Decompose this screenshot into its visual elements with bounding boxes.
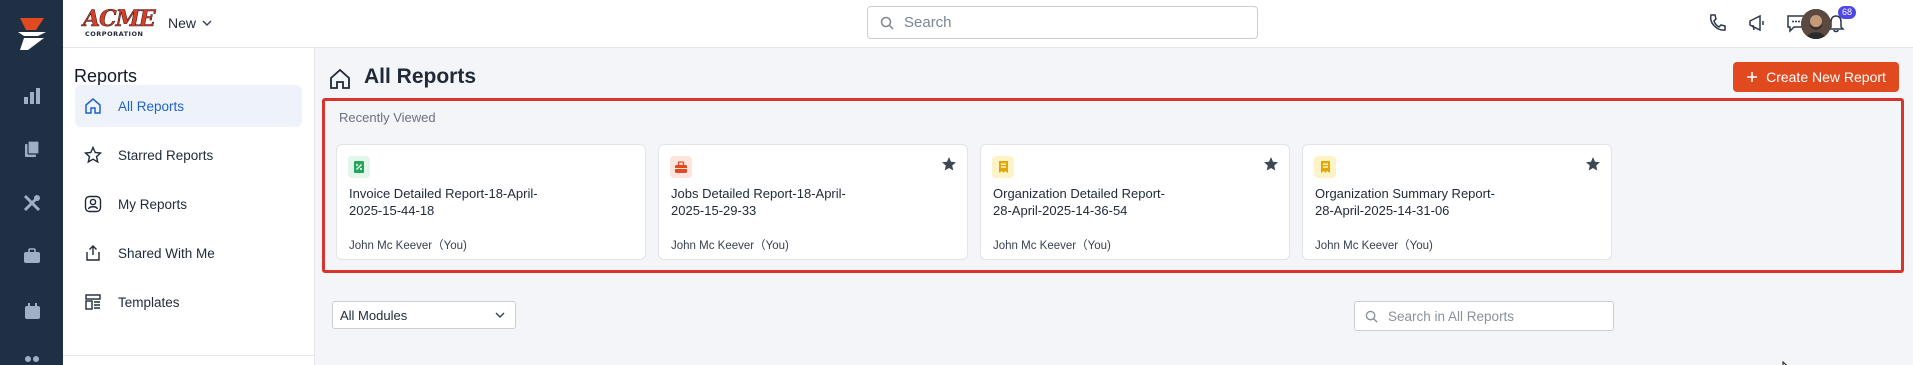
app-rail bbox=[0, 0, 63, 365]
module-select-value: All Modules bbox=[340, 307, 408, 323]
invoice-icon bbox=[348, 156, 370, 178]
briefcase-icon[interactable] bbox=[20, 244, 44, 268]
notification-count-badge: 68 bbox=[1838, 6, 1857, 19]
top-header: ACME CORPORATION New 68 bbox=[63, 0, 1913, 48]
home-icon bbox=[329, 68, 351, 90]
plus-icon bbox=[1747, 72, 1758, 82]
sidebar-item-label: Starred Reports bbox=[118, 147, 214, 163]
organization-icon bbox=[992, 156, 1014, 178]
report-title: Jobs Detailed Report-18-April-2025-15-29… bbox=[671, 186, 846, 218]
new-dropdown[interactable]: New bbox=[168, 15, 212, 31]
organization-icon bbox=[1314, 156, 1336, 178]
users-icon[interactable] bbox=[20, 350, 44, 365]
sidebar-item-shared-with-me[interactable]: Shared With Me bbox=[75, 232, 302, 274]
reports-sidebar: Reports All Reports Starred Reports My R… bbox=[63, 48, 315, 365]
create-new-report-label: Create New Report bbox=[1766, 69, 1886, 85]
template-icon bbox=[83, 292, 103, 312]
report-owner: John Mc Keever（You) bbox=[671, 240, 789, 252]
megaphone-icon[interactable] bbox=[1745, 11, 1769, 35]
share-icon bbox=[83, 243, 103, 263]
starred-icon[interactable] bbox=[941, 156, 957, 172]
search-icon bbox=[880, 16, 894, 30]
analytics-icon[interactable] bbox=[20, 84, 44, 108]
sidebar-item-templates[interactable]: Templates bbox=[75, 281, 302, 323]
global-search[interactable] bbox=[867, 6, 1258, 39]
recently-viewed-label: Recently Viewed bbox=[339, 110, 436, 125]
global-search-input[interactable] bbox=[904, 14, 1234, 31]
chevron-down-icon bbox=[202, 20, 212, 26]
module-select[interactable]: All Modules bbox=[332, 301, 516, 329]
page-title: All Reports bbox=[364, 65, 477, 88]
report-owner: John Mc Keever（You) bbox=[1315, 240, 1433, 252]
user-icon bbox=[83, 194, 103, 214]
chevron-down-icon bbox=[495, 312, 505, 318]
report-title: Organization Summary Report-28-April-202… bbox=[1315, 186, 1495, 218]
sidebar-item-all-reports[interactable]: All Reports bbox=[75, 85, 302, 127]
report-owner: John Mc Keever（You) bbox=[349, 240, 467, 252]
sidebar-item-label: My Reports bbox=[118, 196, 188, 212]
report-title: Invoice Detailed Report-18-April-2025-15… bbox=[349, 186, 538, 218]
star-icon bbox=[83, 145, 103, 165]
briefcase-icon bbox=[670, 156, 692, 178]
sidebar-title: Reports bbox=[74, 66, 138, 86]
recent-report-card[interactable]: Invoice Detailed Report-18-April-2025-15… bbox=[336, 144, 646, 260]
recent-report-card[interactable]: Organization Summary Report-28-April-202… bbox=[1302, 144, 1612, 260]
report-owner: John Mc Keever（You) bbox=[993, 240, 1111, 252]
report-search[interactable] bbox=[1354, 301, 1614, 331]
sidebar-item-label: Shared With Me bbox=[118, 245, 215, 261]
phone-icon[interactable] bbox=[1705, 11, 1729, 35]
home-icon bbox=[83, 96, 103, 116]
create-new-report-button[interactable]: Create New Report bbox=[1733, 62, 1899, 92]
main-content: All Reports Create New Report Recently V… bbox=[315, 48, 1913, 365]
starred-icon[interactable] bbox=[1263, 156, 1279, 172]
sidebar-divider bbox=[63, 355, 315, 356]
new-dropdown-label: New bbox=[168, 15, 197, 31]
recent-report-card[interactable]: Organization Detailed Report-28-April-20… bbox=[980, 144, 1290, 260]
brand-subtitle: CORPORATION bbox=[85, 30, 144, 38]
report-search-input[interactable] bbox=[1388, 308, 1608, 324]
sidebar-item-my-reports[interactable]: My Reports bbox=[75, 183, 302, 225]
mouse-cursor-icon bbox=[1782, 360, 1796, 365]
report-title: Organization Detailed Report-28-April-20… bbox=[993, 186, 1165, 218]
brand-name: ACME bbox=[83, 6, 156, 32]
sidebar-item-starred-reports[interactable]: Starred Reports bbox=[75, 134, 302, 176]
sidebar-item-label: Templates bbox=[118, 294, 180, 310]
user-avatar[interactable] bbox=[1801, 9, 1831, 39]
search-icon bbox=[1365, 310, 1378, 323]
sidebar-item-label: All Reports bbox=[118, 98, 185, 114]
tools-icon[interactable] bbox=[20, 191, 44, 215]
clipboard-icon[interactable] bbox=[20, 137, 44, 161]
app-logo-icon[interactable] bbox=[14, 14, 50, 52]
recent-report-card[interactable]: Jobs Detailed Report-18-April-2025-15-29… bbox=[658, 144, 968, 260]
calendar-icon[interactable] bbox=[20, 299, 44, 323]
acme-logo[interactable]: ACME CORPORATION bbox=[83, 6, 156, 38]
starred-icon[interactable] bbox=[1585, 156, 1601, 172]
